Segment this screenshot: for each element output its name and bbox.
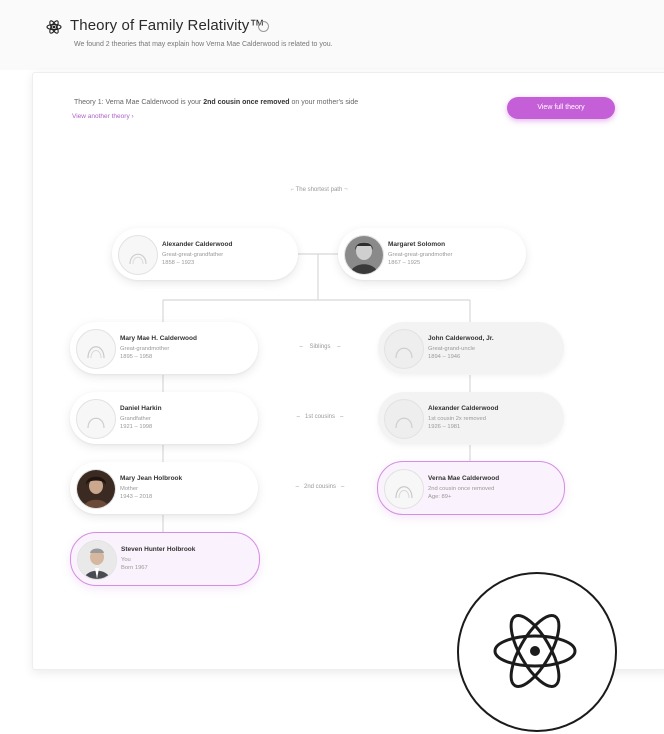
person-relation: Mother [120, 486, 139, 492]
atom-icon [493, 614, 577, 688]
person-dates: 1895 – 1958 [120, 354, 153, 360]
person-relation: You [121, 557, 131, 563]
avatar-placeholder-icon [384, 399, 424, 439]
avatar-placeholder-icon [118, 235, 158, 275]
relationship-text: Siblings [309, 344, 331, 350]
person-relation: Great-great-grandmother [388, 252, 453, 258]
person-card[interactable]: Alexander Calderwood 1st cousin 2x remov… [378, 392, 564, 444]
person-relation: 1st cousin 2x removed [428, 416, 486, 422]
person-name: Daniel Harkin [120, 405, 162, 412]
person-card[interactable]: Mary Mae H. Calderwood Great-grandmother… [70, 322, 258, 374]
person-name: Alexander Calderwood [428, 405, 499, 412]
person-dates: Born 1967 [121, 565, 148, 571]
avatar-placeholder-icon [76, 329, 116, 369]
person-relation: Great-grand-uncle [428, 346, 476, 352]
person-relation: Great-great-grandfather [162, 252, 224, 258]
avatar-placeholder-icon [384, 469, 424, 509]
person-dates: Age: 89+ [428, 494, 452, 500]
relationship-label: – 2nd cousins – [295, 484, 345, 490]
avatar-photo [77, 540, 117, 580]
person-name: Margaret Solomon [388, 241, 446, 248]
person-name: Alexander Calderwood [162, 241, 233, 248]
avatar-placeholder-icon [76, 399, 116, 439]
person-dates: 1894 – 1946 [428, 354, 461, 360]
person-name: Verna Mae Calderwood [428, 475, 500, 482]
person-name: Mary Jean Holbrook [120, 475, 183, 482]
person-card[interactable]: Alexander Calderwood Great-great-grandfa… [112, 228, 298, 280]
relationship-label: – 1st cousins – [296, 414, 344, 420]
person-card-highlighted[interactable]: Verna Mae Calderwood 2nd cousin once rem… [377, 461, 565, 515]
person-card-highlighted[interactable]: Steven Hunter Holbrook You Born 1967 [70, 532, 260, 586]
relationship-text: 2nd cousins [303, 484, 337, 490]
person-dates: 1921 – 1998 [120, 424, 153, 430]
person-dates: 1858 – 1923 [162, 260, 195, 266]
person-card[interactable]: Mary Jean Holbrook Mother 1943 – 2018 [70, 462, 258, 514]
person-card[interactable]: Margaret Solomon Great-great-grandmother… [338, 228, 526, 280]
person-relation: Grandfather [120, 416, 151, 422]
person-name: Mary Mae H. Calderwood [120, 335, 197, 342]
person-card[interactable]: John Calderwood, Jr. Great-grand-uncle 1… [378, 322, 564, 374]
person-relation: 2nd cousin once removed [428, 486, 495, 492]
relationship-label: – Siblings – [299, 344, 341, 350]
avatar-placeholder-icon [384, 329, 424, 369]
avatar-photo [344, 235, 384, 275]
person-dates: 1943 – 2018 [120, 494, 153, 500]
avatar-photo [76, 469, 116, 509]
relationship-text: 1st cousins [304, 414, 335, 420]
person-relation: Great-grandmother [120, 346, 170, 352]
person-name: Steven Hunter Holbrook [121, 546, 196, 553]
person-dates: 1867 – 1925 [388, 260, 421, 266]
person-dates: 1926 – 1981 [428, 424, 461, 430]
person-card[interactable]: Daniel Harkin Grandfather 1921 – 1998 [70, 392, 258, 444]
person-name: John Calderwood, Jr. [428, 335, 494, 342]
